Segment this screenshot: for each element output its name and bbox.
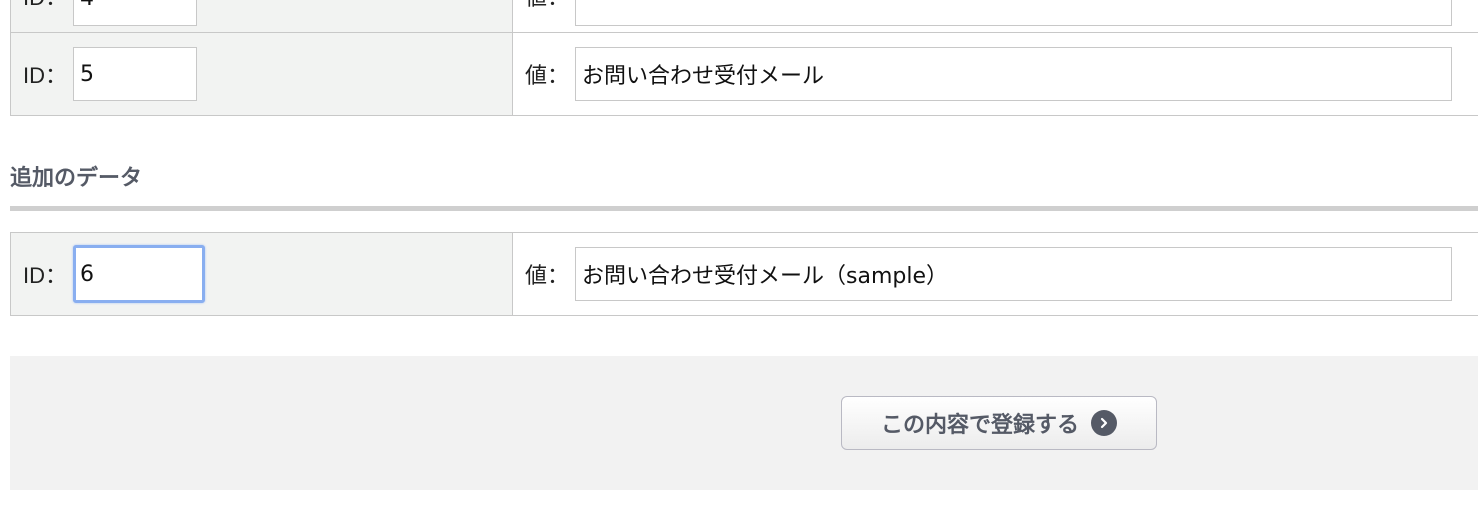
value-label: 値： — [525, 63, 570, 88]
value-cell: 値： — [513, 233, 1478, 315]
id-input[interactable] — [73, 47, 198, 101]
id-input[interactable] — [73, 0, 198, 26]
id-cell: ID： — [11, 33, 513, 115]
id-label: ID： — [23, 263, 68, 288]
arrow-right-circle-icon — [1091, 410, 1117, 436]
new-id-input[interactable] — [73, 245, 206, 303]
form-footer: この内容で登録する — [10, 356, 1478, 490]
id-cell: ID： — [11, 0, 513, 32]
new-row: ID： 値： — [10, 232, 1478, 316]
section-title: 追加のデータ — [10, 166, 143, 191]
value-cell: 値： — [513, 33, 1478, 115]
submit-button[interactable]: この内容で登録する — [841, 396, 1157, 450]
id-cell: ID： — [11, 233, 513, 315]
new-value-input[interactable] — [575, 247, 1452, 301]
value-input[interactable] — [575, 47, 1452, 101]
submit-label: この内容で登録する — [880, 413, 1079, 438]
existing-row: ID： 値： — [10, 32, 1478, 116]
id-label: ID： — [23, 0, 67, 12]
value-label: 値： — [525, 263, 570, 288]
value-label: 値： — [525, 0, 569, 12]
existing-row: ID： 値： — [10, 0, 1478, 33]
section-divider — [10, 206, 1478, 211]
id-label: ID： — [23, 63, 68, 88]
value-input[interactable] — [575, 0, 1452, 26]
value-cell: 値： — [513, 0, 1478, 32]
